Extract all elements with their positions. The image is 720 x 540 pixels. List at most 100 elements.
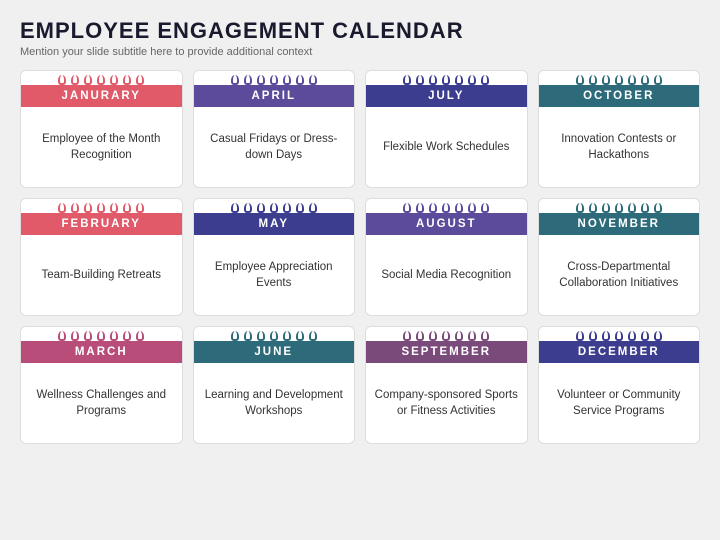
ring-decoration — [283, 203, 291, 213]
ring-decoration — [257, 75, 265, 85]
ring-decoration — [71, 203, 79, 213]
page-title: EMPLOYEE ENGAGEMENT CALENDAR — [20, 18, 700, 44]
ring-decoration — [296, 331, 304, 341]
cal-header-may: MAY — [194, 199, 355, 235]
ring-decoration — [654, 331, 662, 341]
rings-march — [21, 327, 182, 341]
ring-decoration — [110, 331, 118, 341]
cal-header-march: MARCH — [21, 327, 182, 363]
cal-event-august: Social Media Recognition — [366, 235, 527, 315]
ring-decoration — [244, 203, 252, 213]
ring-decoration — [231, 203, 239, 213]
rings-april — [194, 71, 355, 85]
rings-december — [539, 327, 700, 341]
rings-october — [539, 71, 700, 85]
month-label-april: APRIL — [194, 85, 355, 107]
month-label-october: OCTOBER — [539, 85, 700, 107]
ring-decoration — [455, 203, 463, 213]
ring-decoration — [97, 331, 105, 341]
ring-decoration — [416, 203, 424, 213]
ring-decoration — [429, 203, 437, 213]
ring-decoration — [429, 75, 437, 85]
ring-decoration — [136, 203, 144, 213]
cal-event-december: Volunteer or Community Service Programs — [539, 363, 700, 443]
ring-decoration — [481, 203, 489, 213]
ring-decoration — [244, 331, 252, 341]
ring-decoration — [270, 75, 278, 85]
ring-decoration — [270, 203, 278, 213]
cal-header-december: DECEMBER — [539, 327, 700, 363]
month-label-february: FEBRUARY — [21, 213, 182, 235]
ring-decoration — [403, 75, 411, 85]
ring-decoration — [84, 75, 92, 85]
page-subtitle: Mention your slide subtitle here to prov… — [20, 46, 700, 58]
ring-decoration — [576, 75, 584, 85]
ring-decoration — [641, 203, 649, 213]
ring-decoration — [416, 75, 424, 85]
ring-decoration — [84, 331, 92, 341]
month-label-july: JULY — [366, 85, 527, 107]
cal-card-june: JUNELearning and Development Workshops — [193, 326, 356, 444]
rings-february — [21, 199, 182, 213]
ring-decoration — [481, 331, 489, 341]
cal-card-april: APRILCasual Fridays or Dress-down Days — [193, 70, 356, 188]
ring-decoration — [602, 203, 610, 213]
rings-may — [194, 199, 355, 213]
ring-decoration — [628, 203, 636, 213]
cal-card-janurary: JANURARYEmployee of the Month Recognitio… — [20, 70, 183, 188]
ring-decoration — [589, 75, 597, 85]
rings-janurary — [21, 71, 182, 85]
ring-decoration — [468, 203, 476, 213]
ring-decoration — [257, 331, 265, 341]
cal-event-september: Company-sponsored Sports or Fitness Acti… — [366, 363, 527, 443]
ring-decoration — [123, 331, 131, 341]
ring-decoration — [602, 75, 610, 85]
month-label-janurary: JANURARY — [21, 85, 182, 107]
rings-july — [366, 71, 527, 85]
month-label-may: MAY — [194, 213, 355, 235]
ring-decoration — [309, 75, 317, 85]
ring-decoration — [231, 331, 239, 341]
cal-card-july: JULYFlexible Work Schedules — [365, 70, 528, 188]
month-label-december: DECEMBER — [539, 341, 700, 363]
cal-header-janurary: JANURARY — [21, 71, 182, 107]
cal-card-december: DECEMBERVolunteer or Community Service P… — [538, 326, 701, 444]
ring-decoration — [296, 203, 304, 213]
ring-decoration — [654, 203, 662, 213]
ring-decoration — [97, 203, 105, 213]
cal-header-june: JUNE — [194, 327, 355, 363]
ring-decoration — [110, 203, 118, 213]
rings-august — [366, 199, 527, 213]
ring-decoration — [442, 75, 450, 85]
ring-decoration — [602, 331, 610, 341]
ring-decoration — [71, 75, 79, 85]
cal-event-may: Employee Appreciation Events — [194, 235, 355, 315]
ring-decoration — [403, 331, 411, 341]
ring-decoration — [309, 203, 317, 213]
cal-event-november: Cross-Departmental Collaboration Initiat… — [539, 235, 700, 315]
cal-header-september: SEPTEMBER — [366, 327, 527, 363]
ring-decoration — [123, 203, 131, 213]
cal-header-february: FEBRUARY — [21, 199, 182, 235]
cal-header-august: AUGUST — [366, 199, 527, 235]
cal-header-october: OCTOBER — [539, 71, 700, 107]
ring-decoration — [110, 75, 118, 85]
ring-decoration — [58, 331, 66, 341]
ring-decoration — [136, 75, 144, 85]
ring-decoration — [589, 331, 597, 341]
ring-decoration — [628, 331, 636, 341]
ring-decoration — [58, 203, 66, 213]
cal-card-february: FEBRUARYTeam-Building Retreats — [20, 198, 183, 316]
ring-decoration — [615, 331, 623, 341]
ring-decoration — [442, 203, 450, 213]
month-label-august: AUGUST — [366, 213, 527, 235]
ring-decoration — [481, 75, 489, 85]
ring-decoration — [468, 75, 476, 85]
calendar-grid: JANURARYEmployee of the Month Recognitio… — [20, 70, 700, 444]
ring-decoration — [442, 331, 450, 341]
month-label-june: JUNE — [194, 341, 355, 363]
cal-card-august: AUGUSTSocial Media Recognition — [365, 198, 528, 316]
cal-card-october: OCTOBERInnovation Contests or Hackathons — [538, 70, 701, 188]
cal-header-april: APRIL — [194, 71, 355, 107]
cal-card-september: SEPTEMBERCompany-sponsored Sports or Fit… — [365, 326, 528, 444]
